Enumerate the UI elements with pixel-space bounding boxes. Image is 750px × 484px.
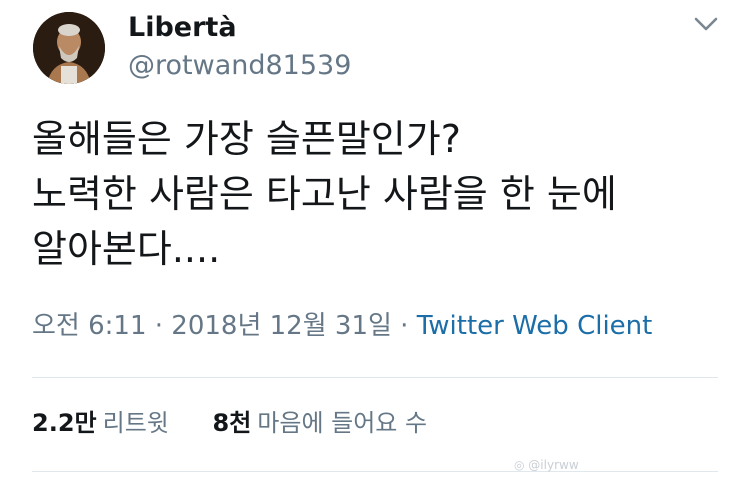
- source-link[interactable]: Twitter Web Client: [417, 311, 653, 341]
- display-name[interactable]: Libertà: [128, 12, 237, 44]
- tweet-text-line: 올해들은 가장 슬픈말인가?: [32, 117, 461, 161]
- avatar[interactable]: [33, 12, 105, 84]
- tweet-card: Libertà @rotwand81539 올해들은 가장 슬픈말인가? 노력한…: [0, 0, 750, 484]
- tweet-text: 올해들은 가장 슬픈말인가? 노력한 사람은 타고난 사람을 한 눈에 알아본다…: [32, 112, 732, 277]
- retweet-count: 2.2만: [32, 409, 97, 437]
- timestamp[interactable]: 오전 6:11 · 2018년 12월 31일: [32, 311, 392, 341]
- meta-separator: ·: [391, 311, 417, 341]
- tweet-text-line: 노력한 사람은 타고난 사람을 한 눈에: [32, 172, 617, 216]
- divider: [32, 377, 718, 378]
- more-options-button[interactable]: [690, 10, 722, 38]
- tweet-stats: 2.2만 리트윗 8천 마음에 들어요 수: [32, 406, 427, 440]
- chevron-down-icon: [694, 17, 718, 31]
- watermark-text: @ilyrww: [528, 458, 579, 472]
- retweet-stat[interactable]: 2.2만 리트윗: [32, 406, 169, 440]
- divider: [32, 471, 718, 472]
- like-stat[interactable]: 8천 마음에 들어요 수: [213, 406, 428, 440]
- portrait-avatar: [33, 12, 105, 84]
- weibo-icon: ◎: [514, 458, 529, 472]
- tweet-meta: 오전 6:11 · 2018년 12월 31일 · Twitter Web Cl…: [32, 308, 652, 344]
- like-label: 마음에 들어요 수: [257, 409, 428, 437]
- watermark: ◎ @ilyrww: [514, 458, 579, 472]
- user-handle[interactable]: @rotwand81539: [128, 50, 351, 82]
- like-count: 8천: [212, 409, 252, 437]
- retweet-label: 리트윗: [102, 409, 169, 437]
- tweet-text-line: 알아본다....: [32, 227, 221, 271]
